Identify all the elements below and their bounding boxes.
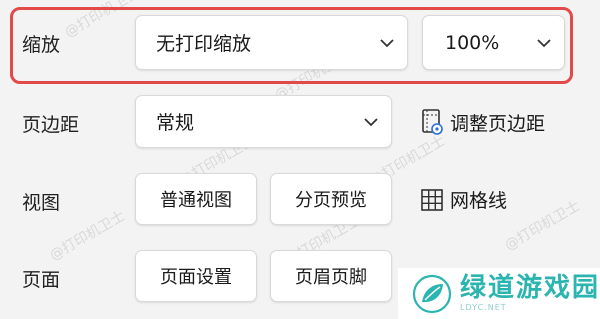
logo-subtext: LDYC.NET (460, 303, 507, 312)
page-margins-icon (422, 109, 443, 135)
chevron-down-icon (364, 117, 378, 126)
site-logo: 绿道游戏园 LDYC.NET (398, 268, 600, 319)
page-setup-button[interactable]: 页面设置 (135, 250, 257, 302)
margins-select-value: 常规 (156, 112, 195, 134)
margins-label: 页边距 (22, 114, 80, 136)
grid-icon (421, 188, 443, 211)
highlight-box (10, 7, 573, 84)
normal-view-button[interactable]: 普通视图 (135, 173, 257, 225)
gridlines-button[interactable]: 网格线 (420, 186, 507, 213)
header-footer-button[interactable]: 页眉页脚 (270, 250, 392, 302)
view-label: 视图 (22, 192, 61, 214)
logo-text: 绿道游戏园 (460, 273, 600, 303)
margins-select[interactable]: 常规 (135, 95, 392, 148)
adjust-margins-label: 调整页边距 (450, 112, 546, 135)
page-break-preview-button[interactable]: 分页预览 (270, 173, 392, 225)
gridlines-label: 网格线 (450, 190, 508, 212)
adjust-margins-button[interactable]: 调整页边距 (420, 108, 545, 136)
page-label: 页面 (22, 269, 61, 291)
leaf-logo-icon (412, 274, 452, 313)
watermark-text: @打印机卫士 (502, 197, 583, 254)
